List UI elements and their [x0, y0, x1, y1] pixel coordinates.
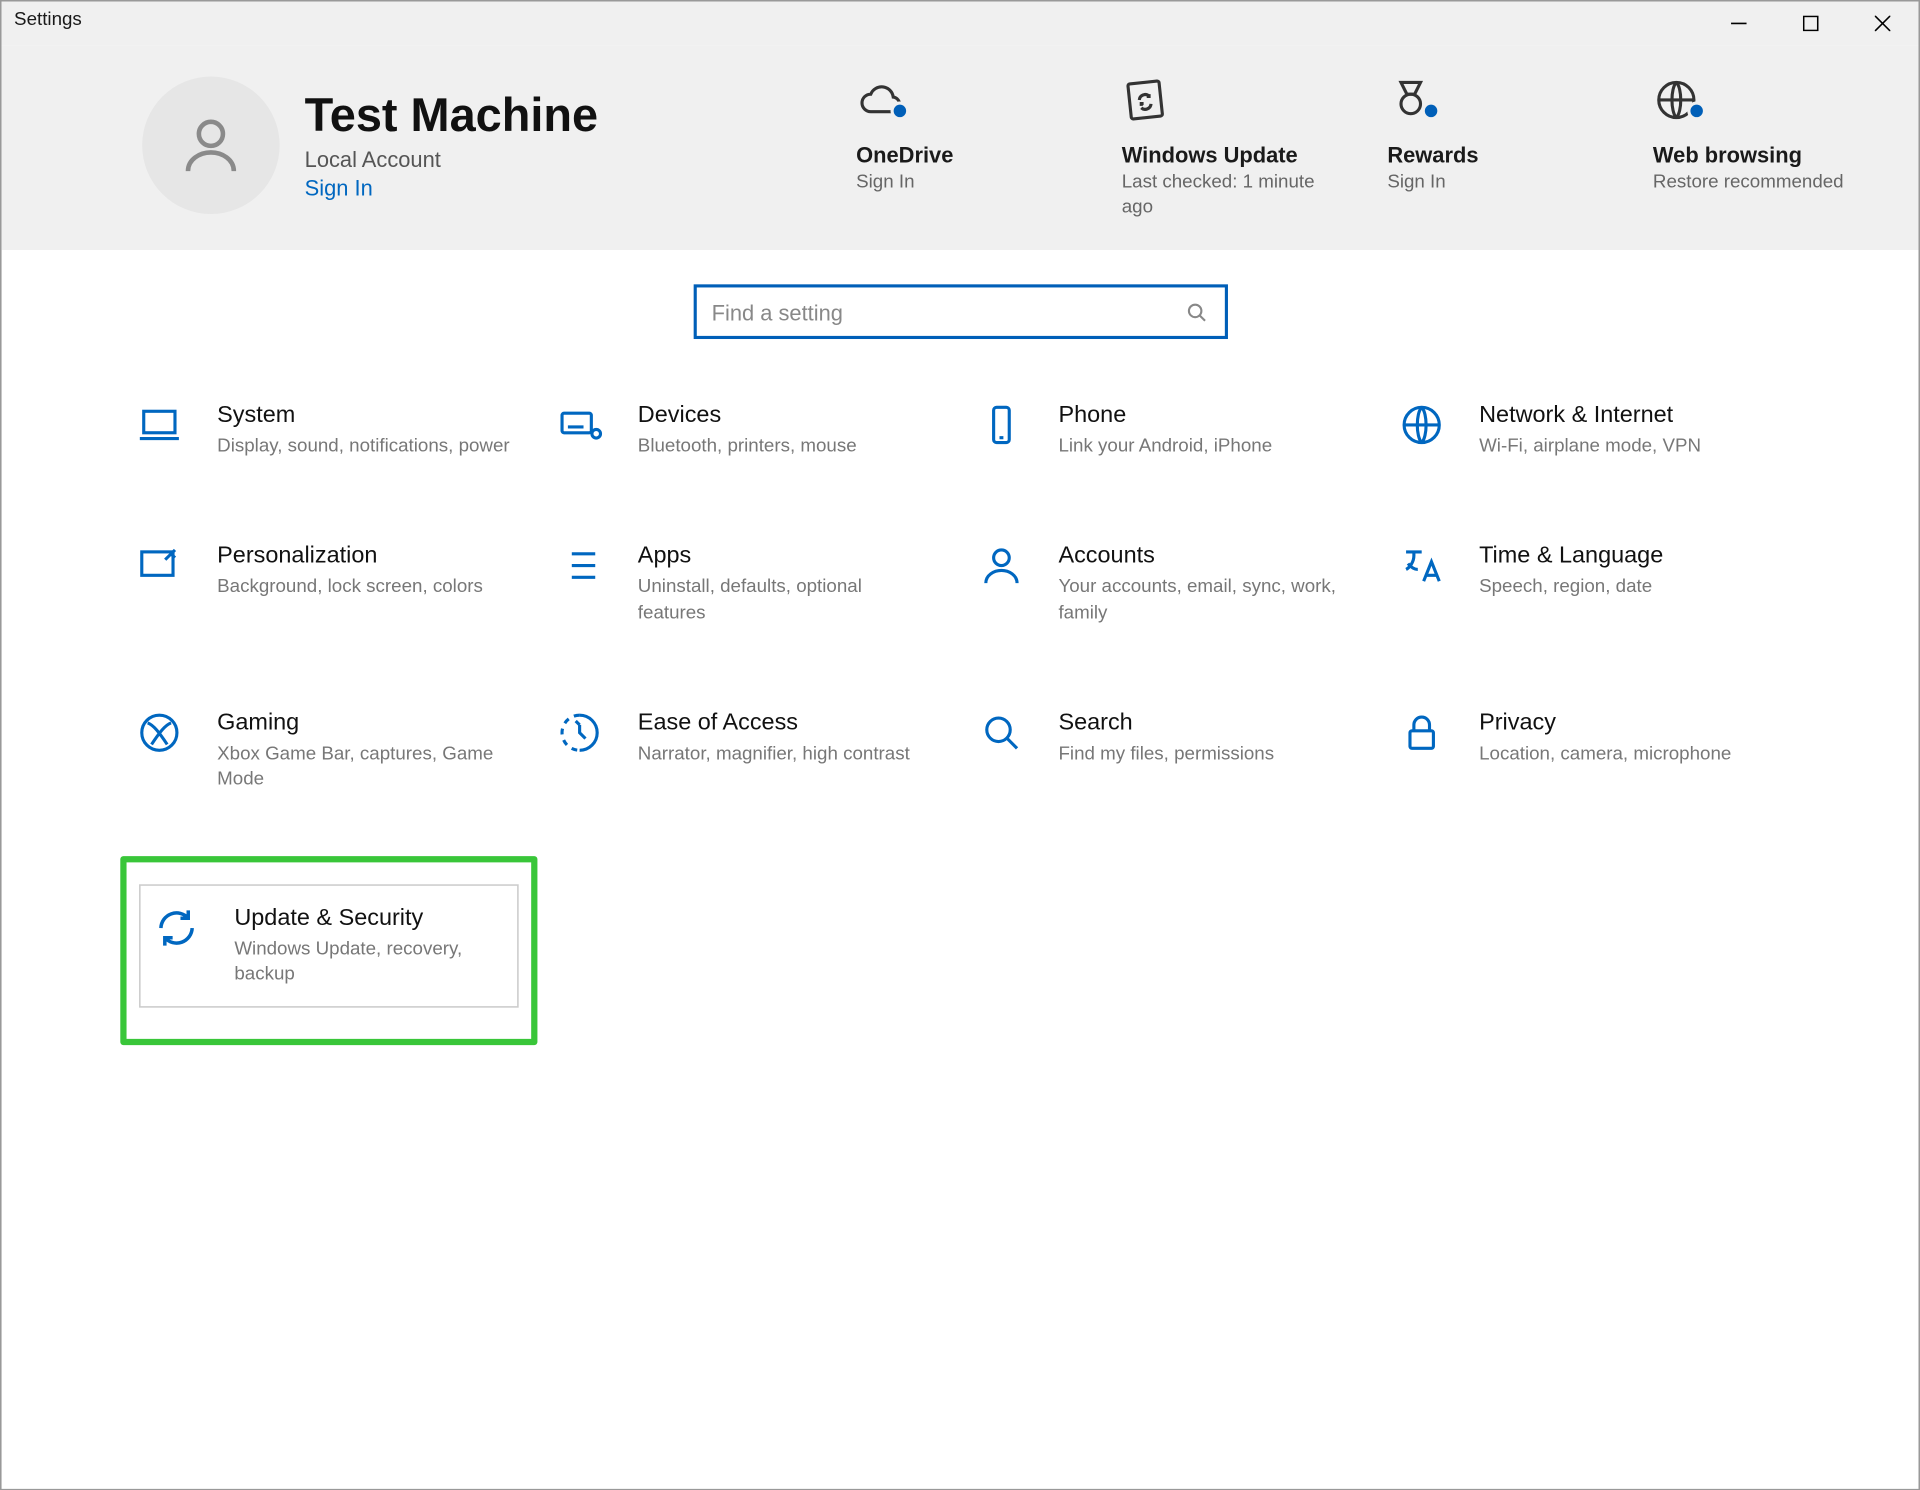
- account-header: Test Machine Local Account Sign In OneDr…: [2, 45, 1919, 250]
- avatar: [142, 77, 279, 214]
- tile-desc: Restore recommended: [1653, 170, 1856, 194]
- status-tiles: OneDrive Sign In Windows Update Last che…: [856, 77, 1856, 219]
- tile-label: Rewards: [1387, 142, 1590, 167]
- category-title: Apps: [638, 543, 935, 570]
- category-desc: Your accounts, email, sync, work, family: [1058, 574, 1355, 625]
- language-icon: [1398, 543, 1454, 599]
- minimize-button[interactable]: [1703, 2, 1775, 46]
- category-title: Privacy: [1479, 709, 1731, 736]
- tile-label: Web browsing: [1653, 142, 1856, 167]
- category-accounts[interactable]: Accounts Your accounts, email, sync, work…: [968, 530, 1373, 637]
- cloud-icon: [856, 77, 1059, 133]
- search-icon: [1183, 299, 1208, 324]
- category-desc: Xbox Game Bar, captures, Game Mode: [217, 740, 514, 791]
- tile-label: OneDrive: [856, 142, 1059, 167]
- category-desc: Background, lock screen, colors: [217, 574, 483, 599]
- tile-web-browsing[interactable]: Web browsing Restore recommended: [1653, 77, 1856, 219]
- tile-rewards[interactable]: Rewards Sign In: [1387, 77, 1590, 219]
- person-icon: [977, 543, 1033, 599]
- category-desc: Uninstall, defaults, optional features: [638, 574, 935, 625]
- category-desc: Windows Update, recovery, backup: [234, 936, 505, 987]
- category-privacy[interactable]: Privacy Location, camera, microphone: [1388, 696, 1793, 803]
- search-icon: [977, 709, 1033, 765]
- highlight-box: Update & Security Windows Update, recover…: [120, 856, 538, 1044]
- category-title: Accounts: [1058, 543, 1355, 570]
- category-personalization[interactable]: Personalization Background, lock screen, …: [127, 530, 532, 637]
- category-desc: Narrator, magnifier, high contrast: [638, 740, 910, 765]
- category-desc: Link your Android, iPhone: [1058, 433, 1272, 458]
- tile-label: Windows Update: [1122, 142, 1325, 167]
- category-system[interactable]: System Display, sound, notifications, pow…: [127, 389, 532, 471]
- globe-icon: [1653, 77, 1856, 133]
- category-apps[interactable]: Apps Uninstall, defaults, optional featur…: [547, 530, 952, 637]
- category-title: Gaming: [217, 709, 514, 736]
- category-title: Phone: [1058, 402, 1272, 429]
- list-icon: [557, 543, 613, 599]
- categories-grid: System Display, sound, notifications, pow…: [2, 374, 1919, 1038]
- tile-desc: Sign In: [856, 170, 1059, 194]
- medal-icon: [1387, 77, 1590, 133]
- account-block[interactable]: Test Machine Local Account Sign In: [142, 77, 598, 214]
- category-ease-of-access[interactable]: Ease of Access Narrator, magnifier, high …: [547, 696, 952, 803]
- close-button[interactable]: [1847, 2, 1919, 46]
- search-row: [2, 250, 1919, 373]
- account-name: Test Machine: [305, 91, 598, 144]
- category-title: Search: [1058, 709, 1274, 736]
- xbox-icon: [136, 709, 192, 765]
- globe-icon: [1398, 402, 1454, 458]
- category-time-language[interactable]: Time & Language Speech, region, date: [1388, 530, 1793, 637]
- category-title: Ease of Access: [638, 709, 910, 736]
- category-desc: Location, camera, microphone: [1479, 740, 1731, 765]
- phone-icon: [977, 402, 1033, 458]
- category-title: Update & Security: [234, 905, 505, 932]
- tile-onedrive[interactable]: OneDrive Sign In: [856, 77, 1059, 219]
- category-desc: Find my files, permissions: [1058, 740, 1274, 765]
- category-desc: Speech, region, date: [1479, 574, 1663, 599]
- sign-in-link[interactable]: Sign In: [305, 175, 598, 200]
- tile-desc: Last checked: 1 minute ago: [1122, 170, 1325, 219]
- category-desc: Display, sound, notifications, power: [217, 433, 509, 458]
- category-phone[interactable]: Phone Link your Android, iPhone: [968, 389, 1373, 471]
- tile-desc: Sign In: [1387, 170, 1590, 194]
- sync-icon: [153, 905, 209, 961]
- tile-windows-update[interactable]: Windows Update Last checked: 1 minute ag…: [1122, 77, 1325, 219]
- titlebar: Settings: [2, 2, 1919, 46]
- lock-icon: [1398, 709, 1454, 765]
- search-input[interactable]: [712, 299, 1184, 324]
- category-devices[interactable]: Devices Bluetooth, printers, mouse: [547, 389, 952, 471]
- category-title: Network & Internet: [1479, 402, 1701, 429]
- category-desc: Wi-Fi, airplane mode, VPN: [1479, 433, 1701, 458]
- category-title: Devices: [638, 402, 857, 429]
- settings-window: Settings Test Machine Local Account Sign…: [0, 0, 1920, 1490]
- category-search[interactable]: Search Find my files, permissions: [968, 696, 1373, 803]
- accessibility-icon: [557, 709, 613, 765]
- category-title: Personalization: [217, 543, 483, 570]
- account-type: Local Account: [305, 147, 598, 172]
- maximize-button[interactable]: [1775, 2, 1847, 46]
- category-update-security[interactable]: Update & Security Windows Update, recover…: [139, 884, 519, 1006]
- keyboard-icon: [557, 402, 613, 458]
- search-box[interactable]: [693, 285, 1227, 340]
- category-title: Time & Language: [1479, 543, 1663, 570]
- paintbrush-icon: [136, 543, 192, 599]
- sync-page-icon: [1122, 77, 1325, 133]
- laptop-icon: [136, 402, 192, 458]
- category-network[interactable]: Network & Internet Wi-Fi, airplane mode, …: [1388, 389, 1793, 471]
- category-gaming[interactable]: Gaming Xbox Game Bar, captures, Game Mode: [127, 696, 532, 803]
- category-title: System: [217, 402, 509, 429]
- category-desc: Bluetooth, printers, mouse: [638, 433, 857, 458]
- window-title: Settings: [2, 2, 95, 36]
